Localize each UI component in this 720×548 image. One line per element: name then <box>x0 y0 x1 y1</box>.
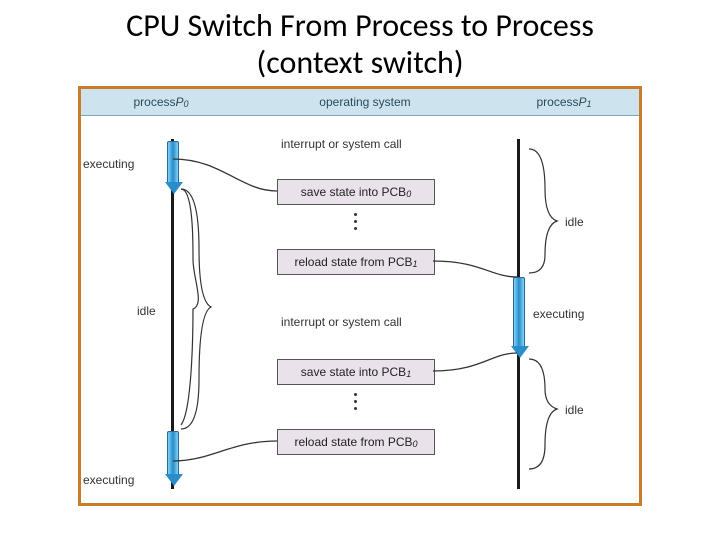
slide-title: CPU Switch From Process to Process (cont… <box>0 8 720 82</box>
title-line-2: (context switch) <box>256 43 463 82</box>
diagram-wires <box>81 89 639 503</box>
context-switch-diagram: process P 0 operating system process P 1… <box>81 89 639 503</box>
diagram-frame: process P 0 operating system process P 1… <box>78 86 642 506</box>
title-line-1: CPU Switch From Process to Process <box>126 6 594 45</box>
